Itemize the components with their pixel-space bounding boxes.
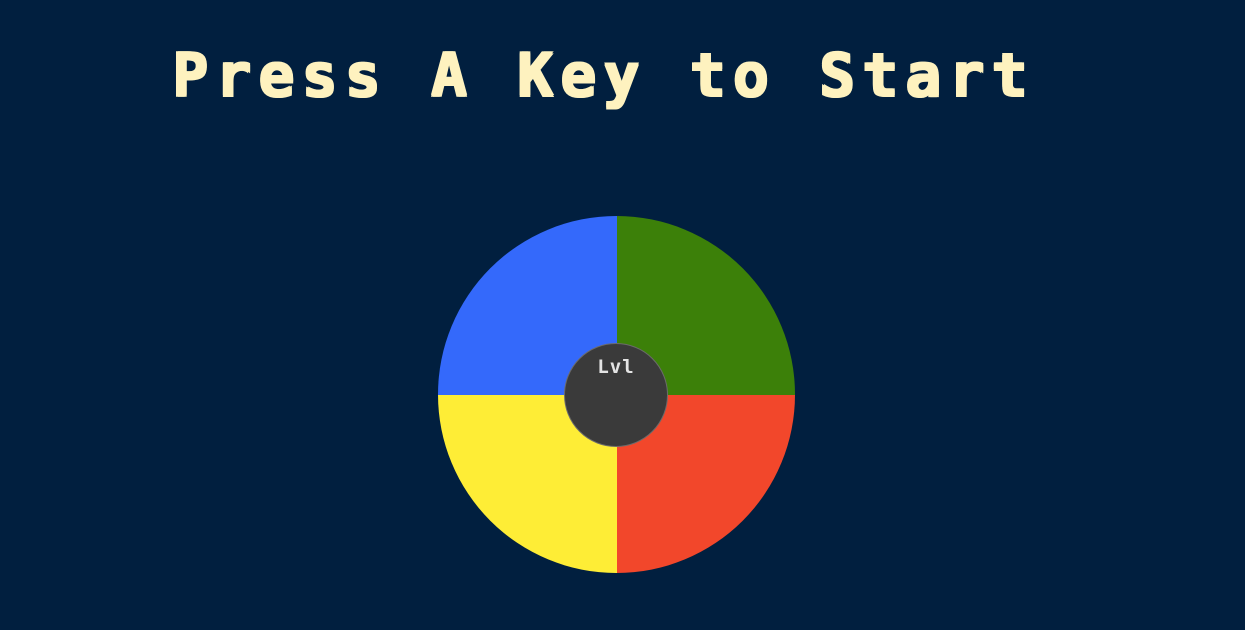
level-label: Lvl [597,356,635,378]
level-title: Press A Key to Start [171,40,1034,110]
level-indicator: Lvl [564,343,668,447]
